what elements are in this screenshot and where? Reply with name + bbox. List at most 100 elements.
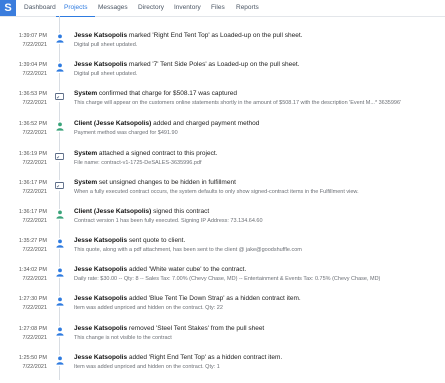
person-icon [54,33,65,44]
entry-time: 1:39:07 PM [18,33,47,39]
nav-tab-inventory[interactable]: Inventory [174,0,201,16]
entry-title: Client (Jesse Katsopolis) added and char… [74,120,442,127]
entry-action: set unsigned changes to be hidden in ful… [97,179,236,186]
entry-actor: Jesse Katsopolis [74,266,128,273]
person-icon [54,296,65,307]
entry-action: sent quote to client. [127,237,186,244]
timeline-entry: 1:39:07 PM 7/22/2021 Jesse Katsopolis mark… [0,32,445,61]
timeline-entry: 1:27:30 PM 7/22/2021 Jesse Katsopolis adde… [0,295,445,324]
nav-tab-dashboard[interactable]: Dashboard [24,0,56,16]
entry-detail: This change is not visible to the contra… [74,335,172,341]
entry-time: 1:34:02 PM [18,267,47,273]
system-icon [54,180,65,191]
entry-actor: Client (Jesse Katsopolis) [74,120,152,127]
entry-date: 7/22/2021 [22,335,47,341]
entry-title: Jesse Katsopolis marked '7' Tent Side Po… [74,61,442,68]
entry-date: 7/22/2021 [22,71,47,77]
entry-detail: This charge will appear on the customers… [74,100,402,106]
entry-action: attached a signed contract to this proje… [97,150,218,157]
entry-time: 1:36:19 PM [18,151,47,157]
entry-action: added 'White water cube' to the contract… [127,266,247,273]
entry-title: Jesse Katsopolis marked 'Right End Tent … [74,32,442,39]
timeline-entry: 1:36:19 PM 7/22/2021 System attached a sig… [0,150,445,179]
entry-date: 7/22/2021 [22,189,47,195]
entry-date: 7/22/2021 [22,160,47,166]
entry-title: Jesse Katsopolis added 'Blue Tent Tie Do… [74,295,442,302]
entry-detail: When a fully executed contract occurs, t… [74,189,359,195]
person-icon [54,238,65,249]
entry-date: 7/22/2021 [22,100,47,106]
entry-actor: System [74,150,98,157]
nav-tab-messages[interactable]: Messages [98,0,128,16]
entry-date: 7/22/2021 [22,364,47,370]
app-logo[interactable]: S [0,0,16,16]
person-icon [54,267,65,278]
system-icon [54,151,65,162]
entry-date: 7/22/2021 [22,247,47,253]
person-icon [54,326,65,337]
entry-detail: Item was added unpriced and hidden on th… [74,364,220,370]
entry-actor: System [74,179,98,186]
top-navigation-bar: S Dashboard Projects Messages Directory Inve… [0,0,445,17]
person-icon [54,62,65,73]
entry-detail: This quote, along with a pdf attachment,… [74,247,302,253]
nav-tab-files[interactable]: Files [211,0,225,16]
entry-date: 7/22/2021 [22,276,47,282]
entry-time: 1:27:08 PM [18,326,47,332]
timeline-entry: 1:27:08 PM 7/22/2021 Jesse Katsopolis remo… [0,325,445,354]
entry-time: 1:36:17 PM [18,209,47,215]
entry-action: added 'Blue Tent Tie Down Strap' as a hi… [127,295,301,302]
entry-title: System confirmed that charge for $508.17… [74,90,442,97]
entry-detail: Contract version 1 has been fully execut… [74,218,263,224]
person-icon [54,355,65,366]
entry-time: 1:36:17 PM [18,180,47,186]
entry-date: 7/22/2021 [22,130,47,136]
entry-action: added and charged payment method [151,120,260,127]
entry-title: System set unsigned changes to be hidden… [74,179,442,186]
system-icon [54,91,65,102]
entry-actor: Client (Jesse Katsopolis) [74,208,152,215]
nav-tab-directory[interactable]: Directory [138,0,164,16]
entry-actor: System [74,90,98,97]
entry-action: marked '7' Tent Side Poles' as Loaded-up… [127,61,300,68]
entry-time: 1:39:04 PM [18,62,47,68]
entry-title: Jesse Katsopolis added 'Right End Tent T… [74,354,442,361]
entry-actor: Jesse Katsopolis [74,61,128,68]
timeline-entry: 1:39:04 PM 7/22/2021 Jesse Katsopolis mark… [0,61,445,90]
entry-actor: Jesse Katsopolis [74,237,128,244]
entry-actor: Jesse Katsopolis [74,32,128,39]
entry-actor: Jesse Katsopolis [74,295,128,302]
entry-action: confirmed that charge for $508.17 was ca… [97,90,237,97]
entry-title: Jesse Katsopolis removed 'Steel Tent Sta… [74,325,442,332]
entry-date: 7/22/2021 [22,218,47,224]
nav-tab-reports[interactable]: Reports [236,0,259,16]
entry-time: 1:36:52 PM [18,121,47,127]
entry-actor: Jesse Katsopolis [74,325,128,332]
timeline-entry: 1:36:17 PM 7/22/2021 Client (Jesse Katsopo… [0,208,445,237]
entry-action: removed 'Steel Tent Stakes' from the pul… [127,325,265,332]
entry-title: Client (Jesse Katsopolis) signed this co… [74,208,442,215]
nav-tab-projects[interactable]: Projects [55,0,97,17]
entry-action: added 'Right End Tent Top' as a hidden c… [127,354,283,361]
client-icon [54,209,65,220]
entry-time: 1:36:53 PM [18,91,47,97]
entry-time: 1:25:50 PM [18,355,47,361]
entry-detail: File name: contract-v1-1725-DeSALES-3635… [74,160,202,166]
timeline-entry: 1:34:02 PM 7/22/2021 Jesse Katsopolis adde… [0,266,445,295]
entry-detail: Digital pull sheet updated. [74,42,138,48]
entry-time: 1:35:27 PM [18,238,47,244]
entry-time: 1:27:30 PM [18,296,47,302]
timeline-entry: 1:36:17 PM 7/22/2021 System set unsigned c… [0,179,445,208]
entry-action: signed this contract [151,208,210,215]
entry-date: 7/22/2021 [22,305,47,311]
client-icon [54,121,65,132]
entry-detail: Payment method was charged for $491.90 [74,130,178,136]
entry-detail: Digital pull sheet updated. [74,71,138,77]
entry-detail: Item was added unpriced and hidden on th… [74,305,223,311]
timeline-entry: 1:36:53 PM 7/22/2021 System confirmed that… [0,90,445,119]
entry-detail: Daily rate: $30.00 -- Qty: 8 -- Sales Ta… [74,276,381,282]
entry-title: System attached a signed contract to thi… [74,150,442,157]
entry-title: Jesse Katsopolis added 'White water cube… [74,266,442,273]
entry-date: 7/22/2021 [22,42,47,48]
activity-timeline: 1:39:07 PM 7/22/2021 Jesse Katsopolis mark… [0,16,445,380]
